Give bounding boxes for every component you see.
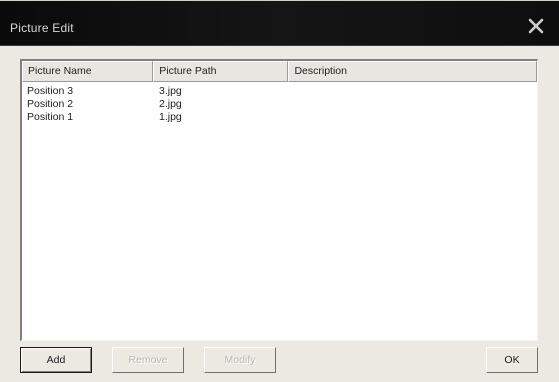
ok-button[interactable]: OK [486,347,538,373]
title-bar[interactable]: Picture Edit [0,1,559,46]
list-row[interactable]: Position 2 2.jpg [22,98,537,111]
row-picture-path: 1.jpg [159,111,182,123]
column-header-description[interactable]: Description [288,61,537,82]
modify-button[interactable]: Modify [204,347,276,373]
add-button[interactable]: Add [20,347,92,373]
window-title: Picture Edit [10,21,74,35]
column-header-picture-name[interactable]: Picture Name [22,61,154,82]
list-row[interactable]: Position 1 1.jpg [22,111,537,124]
list-rows: Position 3 3.jpg Position 2 2.jpg Positi… [22,85,537,124]
close-icon [525,15,547,37]
list-header: Picture Name Picture Path Description [22,61,537,82]
row-picture-name: Position 1 [27,111,74,123]
row-picture-path: 3.jpg [159,85,182,97]
row-picture-path: 2.jpg [159,98,182,110]
picture-list[interactable]: Picture Name Picture Path Description Po… [20,59,538,341]
row-picture-name: Position 2 [27,98,74,110]
row-picture-name: Position 3 [27,85,74,97]
close-button[interactable] [525,15,547,37]
picture-edit-dialog: Picture Edit Picture Name Picture Path D… [0,0,559,382]
column-header-picture-path[interactable]: Picture Path [153,61,289,82]
remove-button[interactable]: Remove [112,347,184,373]
list-row[interactable]: Position 3 3.jpg [22,85,537,98]
